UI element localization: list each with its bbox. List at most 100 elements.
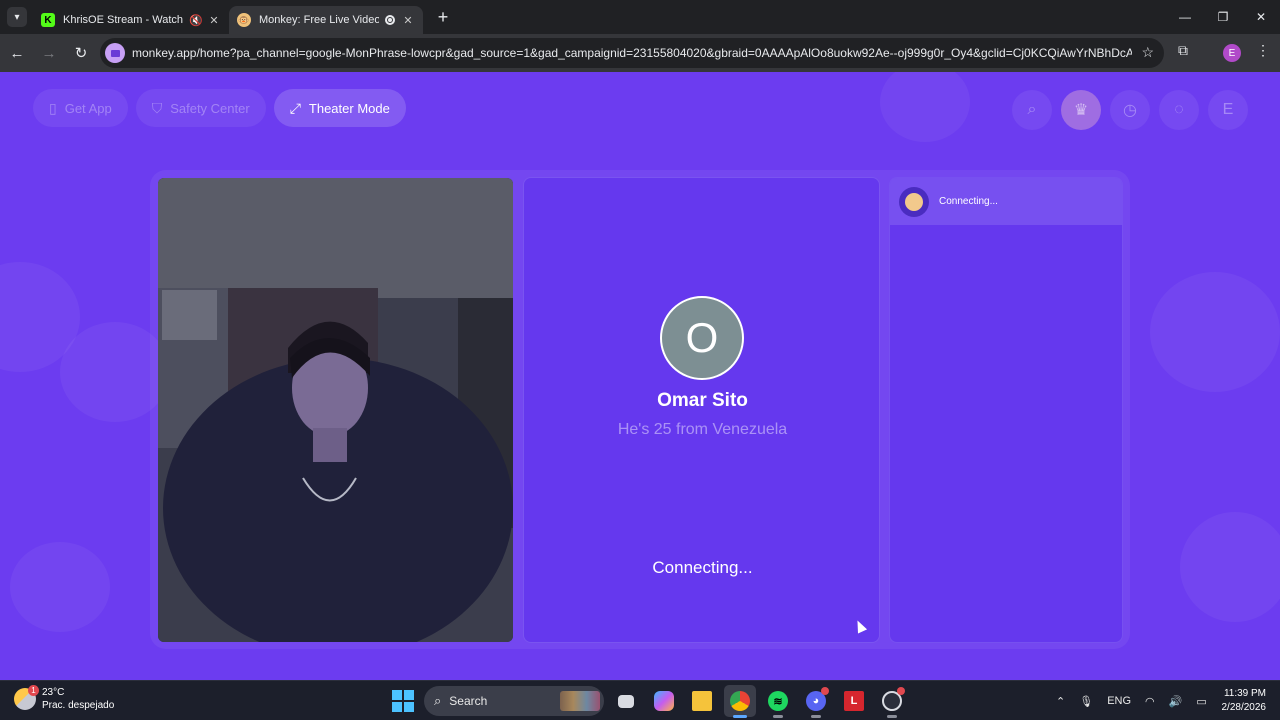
chrome-icon: [730, 691, 750, 711]
spotify-app[interactable]: ≋: [762, 685, 794, 718]
camera-permission-icon[interactable]: [105, 43, 125, 63]
close-tab-icon[interactable]: ✕: [207, 13, 221, 27]
extensions-icon[interactable]: ⧉: [1178, 42, 1188, 59]
taskbar-clock[interactable]: 11:39 PM 2/28/2026: [1222, 687, 1267, 715]
browser-menu-icon[interactable]: ⋮: [1256, 42, 1270, 59]
running-indicator: [811, 715, 821, 718]
self-camera-video: [158, 178, 513, 642]
reload-button[interactable]: ↻: [66, 38, 96, 68]
chat-header: Connecting...: [890, 178, 1122, 225]
theater-mode-button[interactable]: ⤢ Theater Mode: [273, 89, 406, 127]
safety-center-label: Safety Center: [170, 100, 250, 116]
remote-user-name: Omar Sito: [657, 390, 748, 411]
obs-app[interactable]: [876, 685, 908, 718]
expand-icon: ⤢: [289, 99, 301, 116]
header-actions: ⌕ ♛ ◷ ◌ E: [1012, 90, 1248, 130]
clock-date: 2/28/2026: [1221, 702, 1267, 713]
chrome-app[interactable]: [724, 685, 756, 718]
background-decoration: [10, 542, 110, 632]
kick-favicon-icon: K: [41, 13, 55, 27]
shield-icon: ⛉: [151, 99, 163, 116]
minimize-icon[interactable]: —: [1166, 0, 1204, 34]
notification-badge: 1: [28, 685, 39, 696]
connection-status: Connecting...: [652, 558, 753, 577]
tab-khrisoe-stream[interactable]: K KhrisOE Stream - Watch Live 🔇 ✕: [33, 6, 229, 34]
bookmark-star-icon[interactable]: ☆: [1141, 44, 1154, 61]
chat-bubble-icon[interactable]: ◌: [1159, 90, 1199, 130]
folder-icon: [692, 691, 712, 711]
task-view-app[interactable]: [610, 685, 642, 717]
language-indicator[interactable]: ENG: [1107, 695, 1131, 707]
clock-time: 11:39 PM: [1223, 688, 1266, 699]
camera-feed-image: [158, 178, 513, 642]
copilot-app[interactable]: [648, 685, 680, 717]
theater-mode-label: Theater Mode: [308, 100, 390, 116]
user-avatar[interactable]: E: [1208, 90, 1248, 130]
windows-taskbar: 1 23°C Prac. despejado ⌕ Search ≋ ◕ L ⌃ …: [0, 680, 1280, 720]
chat-sidebar: Connecting...: [889, 177, 1123, 643]
remote-video-panel: O Omar Sito He's 25 from Venezuela Conne…: [523, 177, 880, 643]
safety-center-button[interactable]: ⛉ Safety Center: [135, 89, 266, 127]
taskbar-search[interactable]: ⌕ Search: [424, 686, 604, 716]
weather-widget[interactable]: 1 23°C Prac. despejado: [14, 685, 114, 712]
restore-icon[interactable]: ❐: [1204, 0, 1242, 34]
window-controls: — ❐ ✕: [1166, 0, 1280, 34]
wifi-icon[interactable]: ◠: [1145, 695, 1155, 708]
tab-title: KhrisOE Stream - Watch Live: [63, 14, 185, 26]
weather-text: 23°C Prac. despejado: [42, 686, 114, 712]
muted-speaker-icon[interactable]: 🔇: [189, 13, 203, 27]
back-button[interactable]: ←: [2, 38, 32, 68]
running-indicator: [733, 715, 747, 718]
file-explorer-app[interactable]: [686, 685, 718, 717]
crown-icon[interactable]: ♛: [1061, 90, 1101, 130]
notification-badge: [821, 687, 829, 695]
monkey-page: ▯ Get App ⛉ Safety Center ⤢ Theater Mode…: [0, 72, 1280, 680]
recording-icon: [383, 13, 397, 27]
address-bar[interactable]: monkey.app/home?pa_channel=google-MonPhr…: [100, 38, 1164, 68]
monkey-favicon-icon: 🐵: [237, 13, 251, 27]
phone-icon: ▯: [49, 99, 57, 116]
tab-search-button[interactable]: ▾: [7, 7, 27, 27]
spotify-icon: ≋: [768, 691, 788, 711]
monkey-avatar-icon: [899, 186, 929, 217]
search-icon[interactable]: ⌕: [1012, 90, 1052, 130]
tab-monkey[interactable]: 🐵 Monkey: Free Live Video Chat ✕: [229, 6, 423, 34]
search-icon: ⌕: [434, 693, 442, 708]
chat-status-text: Connecting...: [939, 196, 998, 207]
browser-toolbar: ← → ↻ monkey.app/home?pa_channel=google-…: [0, 34, 1280, 72]
volume-icon[interactable]: 🔊: [1169, 695, 1183, 708]
battery-icon[interactable]: ▭: [1196, 695, 1206, 708]
temperature: 23°C: [42, 687, 65, 698]
close-tab-icon[interactable]: ✕: [401, 13, 415, 27]
url-text[interactable]: monkey.app/home?pa_channel=google-MonPhr…: [132, 46, 1132, 60]
browser-tab-bar: ▾ K KhrisOE Stream - Watch Live 🔇 ✕ 🐵 Mo…: [0, 0, 1280, 34]
start-button[interactable]: [392, 690, 414, 712]
remote-user-info: He's 25 from Venezuela: [617, 421, 788, 438]
running-indicator: [887, 715, 897, 718]
search-highlight-image: [560, 691, 600, 711]
background-decoration: [1150, 272, 1280, 392]
chevron-up-icon[interactable]: ⌃: [1056, 695, 1065, 708]
background-decoration: [880, 72, 970, 142]
search-label: Search: [449, 694, 488, 708]
new-tab-button[interactable]: +: [429, 3, 457, 31]
get-app-button[interactable]: ▯ Get App: [33, 89, 128, 127]
notification-badge: [897, 687, 905, 695]
l-app-icon: L: [844, 691, 864, 711]
background-decoration: [1180, 512, 1280, 622]
weather-condition: Prac. despejado: [42, 700, 115, 711]
running-indicator: [773, 715, 783, 718]
forward-button[interactable]: →: [34, 38, 64, 68]
close-window-icon[interactable]: ✕: [1242, 0, 1280, 34]
profile-avatar[interactable]: E: [1223, 44, 1241, 62]
l-app[interactable]: L: [838, 685, 870, 717]
microphone-icon[interactable]: 🎙: [1079, 695, 1093, 708]
discord-app[interactable]: ◕: [800, 685, 832, 718]
task-view-icon: [618, 694, 634, 708]
top-navigation: ▯ Get App ⛉ Safety Center ⤢ Theater Mode: [33, 89, 406, 127]
system-tray: ⌃ 🎙 ENG ◠ 🔊 ▭: [1056, 681, 1221, 720]
history-icon[interactable]: ◷: [1110, 90, 1150, 130]
copilot-icon: [654, 691, 674, 711]
taskbar-apps: ⌕ Search ≋ ◕ L: [388, 685, 908, 718]
partly-sunny-icon: 1: [14, 685, 39, 710]
